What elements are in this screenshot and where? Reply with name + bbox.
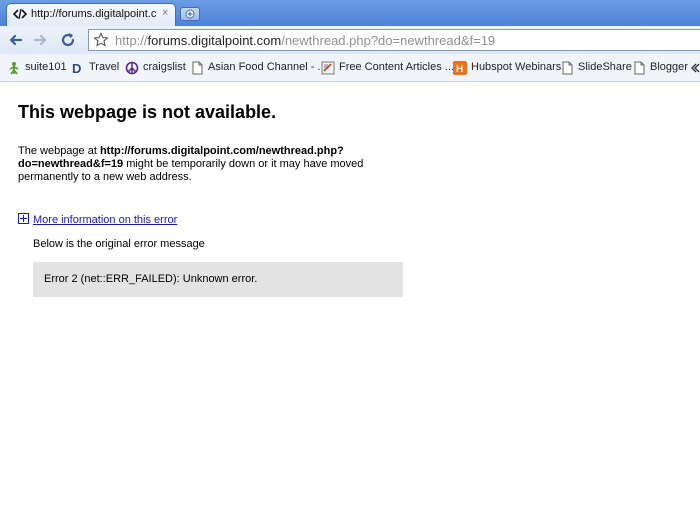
tab-title: http://forums.digitalpoint.c... — [31, 8, 157, 20]
svg-text:H: H — [456, 64, 463, 75]
error-message: Error 2 (net::ERR_FAILED): Unknown error… — [44, 273, 258, 285]
back-arrow-icon — [9, 34, 23, 46]
more-info-toggle[interactable]: More information on this error — [18, 213, 177, 226]
url-path: /newthread.php?do=newthread&f=19 — [281, 33, 496, 48]
url-text: http://forums.digitalpoint.com/newthread… — [115, 33, 495, 48]
forward-button[interactable] — [30, 30, 50, 50]
more-info-link[interactable]: More information on this error — [33, 214, 177, 226]
tab-strip: http://forums.digitalpoint.c... × — [0, 0, 700, 26]
chevron-icon — [691, 63, 700, 73]
browser-window: http://forums.digitalpoint.c... × http:/… — [0, 0, 700, 525]
address-bar[interactable]: http://forums.digitalpoint.com/newthread… — [88, 29, 700, 51]
page-icon — [634, 61, 645, 75]
url-scheme: http:// — [115, 33, 148, 48]
suite101-icon — [9, 62, 19, 75]
reload-button[interactable] — [58, 30, 78, 50]
error-description: The webpage at http://forums.digitalpoin… — [18, 145, 364, 183]
original-error-label: Below is the original error message — [33, 238, 205, 250]
tab-active[interactable]: http://forums.digitalpoint.c... × — [6, 3, 176, 26]
tab-close-icon[interactable]: × — [162, 7, 168, 19]
new-tab-button[interactable] — [180, 7, 200, 21]
svg-text:D: D — [72, 61, 81, 75]
article-icon — [321, 61, 335, 75]
hubspot-icon: H — [453, 61, 467, 75]
error-message-box: Error 2 (net::ERR_FAILED): Unknown error… — [33, 262, 403, 297]
travel-d-icon: D — [72, 61, 81, 75]
forward-arrow-icon — [33, 34, 47, 46]
page-icon — [192, 61, 203, 75]
reload-icon — [61, 33, 75, 47]
page-content: This webpage is not available. The webpa… — [0, 82, 700, 525]
error-title: This webpage is not available. — [18, 102, 277, 122]
back-button[interactable] — [6, 30, 26, 50]
url-host: forums.digitalpoint.com — [147, 33, 282, 48]
page-icon — [562, 61, 573, 75]
peace-icon — [125, 61, 139, 75]
code-brackets-icon — [13, 8, 27, 20]
bookmarks-bar: suite101 D Travel craigslist Asian Food … — [0, 54, 700, 82]
plus-icon — [185, 9, 195, 19]
expand-plus-icon[interactable] — [18, 213, 29, 224]
bookmark-star-icon[interactable] — [93, 32, 109, 48]
toolbar: http://forums.digitalpoint.com/newthread… — [0, 26, 700, 54]
